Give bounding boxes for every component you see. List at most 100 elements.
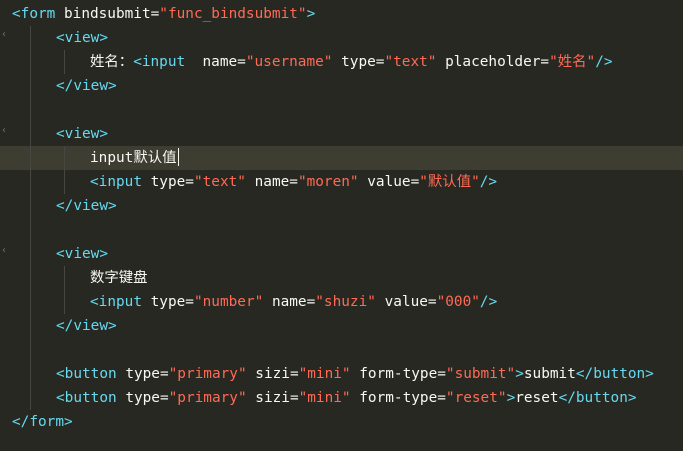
text-caret <box>177 148 179 166</box>
indent-guide <box>64 170 65 194</box>
code-token: <button <box>56 366 117 382</box>
code-text: <input type="text" name="moren" value="默… <box>90 170 497 194</box>
fold-marker-icon[interactable]: ‹ <box>1 26 7 50</box>
code-token: type= <box>332 54 385 70</box>
code-token: </button> <box>558 390 637 406</box>
indent-guide <box>30 290 31 314</box>
code-token: </button> <box>575 366 654 382</box>
code-token: "text" <box>384 54 437 70</box>
code-token: </view> <box>56 198 117 214</box>
code-text: <view> <box>56 242 108 266</box>
code-token: > <box>506 390 516 406</box>
code-text: <form bindsubmit="func_bindsubmit"> <box>12 2 315 26</box>
indent-guide <box>30 338 31 362</box>
code-line[interactable]: </form> <box>0 410 683 434</box>
indent-guide <box>30 170 31 194</box>
code-line[interactable]: <button type="primary" sizi="mini" form-… <box>0 362 683 386</box>
code-line[interactable]: ‹ <view> <box>0 26 683 50</box>
code-text: <view> <box>56 122 108 146</box>
code-token: sizi= <box>246 390 299 406</box>
code-token: <input <box>90 174 142 190</box>
code-token: sizi= <box>246 366 299 382</box>
code-token: "primary" <box>168 390 247 406</box>
code-token: > <box>515 366 524 382</box>
fold-marker-icon[interactable]: ‹ <box>1 242 7 266</box>
indent-guide <box>64 290 65 314</box>
code-line[interactable]: <button type="primary" sizi="mini" form-… <box>0 386 683 410</box>
code-token: /> <box>595 54 613 70</box>
code-token: /> <box>479 294 498 310</box>
code-token: <form <box>12 6 56 22</box>
code-line[interactable]: input默认值 <box>0 146 683 170</box>
code-token: value= <box>358 174 420 190</box>
code-token: <view> <box>56 246 108 262</box>
code-token: name= <box>185 54 246 70</box>
code-token: "moren" <box>297 174 359 190</box>
code-line[interactable]: 姓名：<input name="username" type="text" pl… <box>0 50 683 74</box>
code-token: <input <box>133 54 186 70</box>
code-token: > <box>306 6 316 22</box>
code-line[interactable]: </view> <box>0 314 683 338</box>
indent-guide <box>30 98 31 122</box>
indent-guide <box>30 242 31 266</box>
code-token: "username" <box>245 54 333 70</box>
code-token: "姓名" <box>549 54 596 70</box>
code-token: type= <box>116 366 169 382</box>
code-text: 数字键盘 <box>90 266 148 290</box>
code-token: 数字键盘 <box>90 270 148 286</box>
indent-guide <box>30 266 31 290</box>
code-line[interactable]: </view> <box>0 74 683 98</box>
code-line[interactable] <box>0 338 683 362</box>
indent-guide <box>30 26 31 50</box>
indent-guide <box>30 122 31 146</box>
indent-guide <box>30 74 31 98</box>
code-token: </view> <box>56 318 117 334</box>
indent-guide <box>30 386 31 410</box>
code-token: 姓名： <box>90 54 134 70</box>
code-token: "primary" <box>168 366 247 382</box>
code-token: submit <box>523 366 576 382</box>
code-token: name= <box>263 294 316 310</box>
code-line[interactable]: 数字键盘 <box>0 266 683 290</box>
code-token: bindsubmit= <box>55 6 160 22</box>
code-token: form-type= <box>350 366 446 382</box>
code-text: <button type="primary" sizi="mini" form-… <box>56 386 637 410</box>
code-line[interactable]: <input type="number" name="shuzi" value=… <box>0 290 683 314</box>
code-token: "默认值" <box>419 174 480 190</box>
code-line[interactable] <box>0 98 683 122</box>
code-text: input默认值 <box>90 146 179 170</box>
code-token: </view> <box>56 78 117 94</box>
code-token: form-type= <box>350 390 446 406</box>
code-line[interactable]: ‹ <view> <box>0 122 683 146</box>
code-line[interactable]: <input type="text" name="moren" value="默… <box>0 170 683 194</box>
code-line[interactable]: <form bindsubmit="func_bindsubmit"> <box>0 2 683 26</box>
code-editor[interactable]: <form bindsubmit="func_bindsubmit"> ‹ <vie… <box>0 0 683 451</box>
code-token: type= <box>141 294 194 310</box>
code-line[interactable] <box>0 218 683 242</box>
code-text: <button type="primary" sizi="mini" form-… <box>56 362 654 386</box>
fold-marker-icon[interactable]: ‹ <box>1 122 7 146</box>
code-token: <button <box>56 390 117 406</box>
code-token: "mini" <box>298 366 351 382</box>
code-token: value= <box>375 294 437 310</box>
code-text: <view> <box>56 26 108 50</box>
code-text: </view> <box>56 194 117 218</box>
code-token: placeholder= <box>436 54 550 70</box>
code-token: "text" <box>193 174 246 190</box>
indent-guide <box>64 146 65 170</box>
code-token: "shuzi" <box>315 294 376 310</box>
code-text: </view> <box>56 74 117 98</box>
code-token: <view> <box>56 30 108 46</box>
code-line[interactable]: ‹ <view> <box>0 242 683 266</box>
indent-guide <box>64 50 65 74</box>
code-text: </view> <box>56 314 117 338</box>
code-token: "func_bindsubmit" <box>159 6 307 22</box>
code-token: "submit" <box>445 366 516 382</box>
indent-guide <box>30 50 31 74</box>
code-token: type= <box>141 174 194 190</box>
code-line[interactable]: </view> <box>0 194 683 218</box>
code-token: <view> <box>56 126 108 142</box>
indent-guide <box>30 146 31 170</box>
indent-guide <box>30 362 31 386</box>
code-token: reset <box>515 390 559 406</box>
